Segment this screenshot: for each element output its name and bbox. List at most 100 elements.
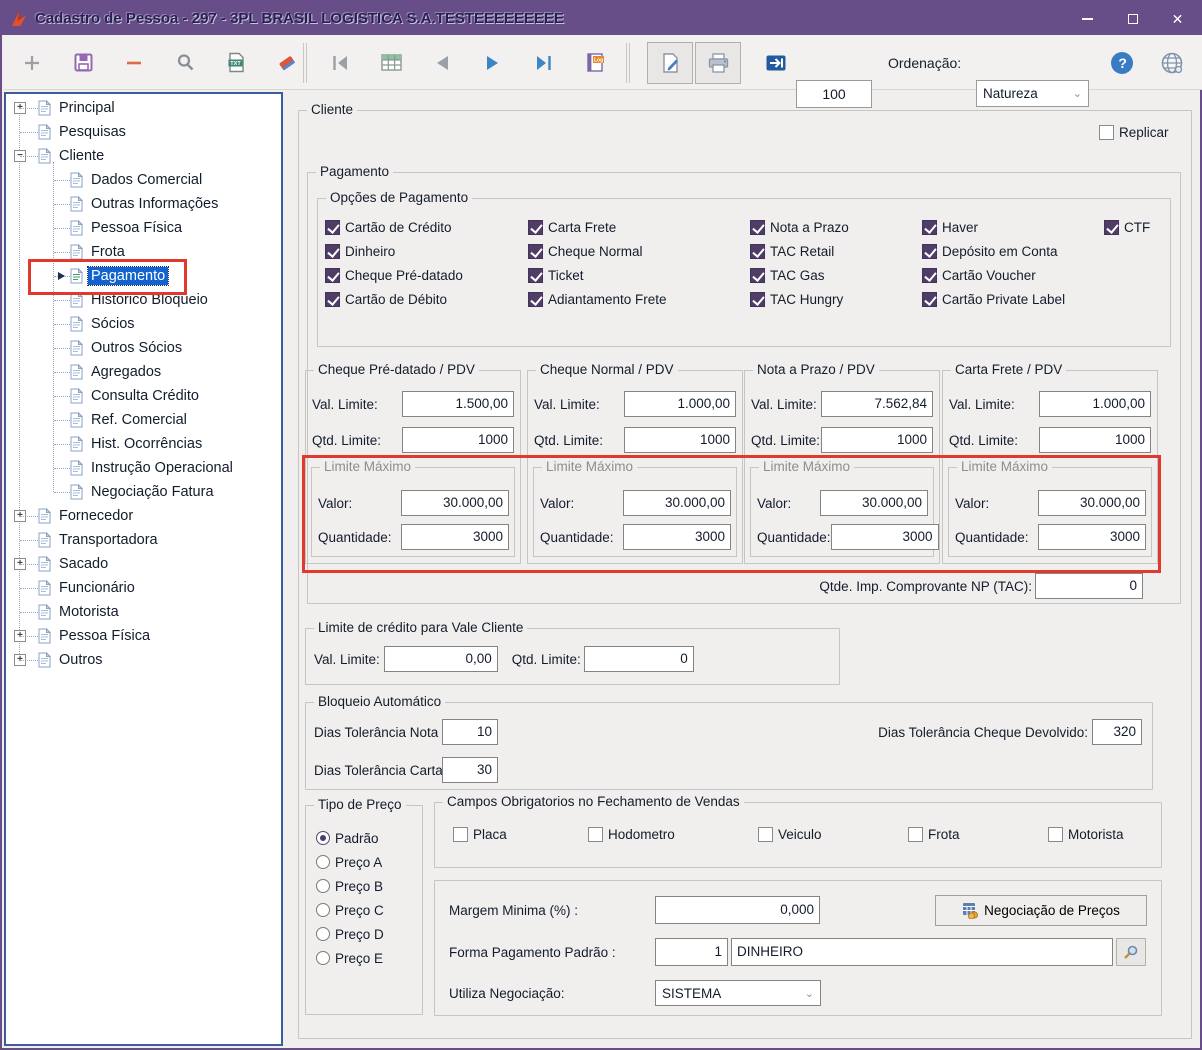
valor-field[interactable]: 30.000,00 xyxy=(1038,490,1146,516)
tree-item[interactable]: Dados Comercial xyxy=(6,168,281,192)
new-record-button[interactable] xyxy=(647,42,693,84)
tree-item[interactable]: Pagamento xyxy=(6,264,281,288)
radio-icon xyxy=(316,879,330,893)
tree-item[interactable]: + Outros xyxy=(6,648,281,672)
grid-view-icon[interactable] xyxy=(379,51,403,75)
tree-item[interactable]: Pessoa Física xyxy=(6,216,281,240)
valor-field[interactable]: 30.000,00 xyxy=(401,490,509,516)
tree-item[interactable]: Pesquisas xyxy=(6,120,281,144)
tipo-preco-radio[interactable]: Preço C xyxy=(316,898,384,922)
nav-next-icon[interactable] xyxy=(481,51,505,75)
tree-item[interactable]: Funcionário xyxy=(6,576,281,600)
search-icon[interactable] xyxy=(173,51,197,75)
payment-option-checkbox[interactable]: Carta Frete xyxy=(528,215,667,239)
tree-item[interactable]: Outros Sócios xyxy=(6,336,281,360)
tipo-preco-radio[interactable]: Preço D xyxy=(316,922,384,946)
val-limite-field[interactable]: 1.000,00 xyxy=(624,391,736,417)
help-icon[interactable]: ? xyxy=(1110,51,1134,75)
dias-nota-prazo-field[interactable]: 10 xyxy=(442,719,498,745)
val-limite-field[interactable]: 1.500,00 xyxy=(402,391,514,417)
forma-pagamento-lookup-button[interactable] xyxy=(1116,938,1146,966)
payment-option-checkbox[interactable]: TAC Gas xyxy=(750,263,849,287)
checkbox-label: TAC Hungry xyxy=(770,292,843,307)
record-count-field[interactable]: 100 xyxy=(796,80,872,108)
payment-option-checkbox[interactable]: Cheque Normal xyxy=(528,239,667,263)
campo-obrigatorio-checkbox[interactable]: Placa xyxy=(453,827,507,842)
campo-obrigatorio-checkbox[interactable]: Hodometro xyxy=(588,827,675,842)
tree-item[interactable]: Outras Informações xyxy=(6,192,281,216)
ordenacao-select[interactable]: Natureza ⌄ xyxy=(976,80,1089,107)
payment-option-checkbox[interactable]: Ticket xyxy=(528,263,667,287)
tree-item[interactable]: Sócios xyxy=(6,312,281,336)
close-icon[interactable]: ✕ xyxy=(1155,2,1200,35)
svg-text:?: ? xyxy=(1118,55,1127,71)
payment-option-checkbox[interactable]: Adiantamento Frete xyxy=(528,287,667,311)
save-icon[interactable] xyxy=(71,51,95,75)
log-icon[interactable]: Log xyxy=(583,51,607,75)
payment-option-checkbox[interactable]: Cartão de Débito xyxy=(325,287,463,311)
val-limite-field[interactable]: 7.562,84 xyxy=(821,391,933,417)
delete-record-icon[interactable] xyxy=(122,51,146,75)
qtd-limite-field[interactable]: 1000 xyxy=(1039,427,1151,453)
quantidade-field[interactable]: 3000 xyxy=(623,524,731,550)
dias-carta-frete-field[interactable]: 30 xyxy=(442,757,498,783)
nav-prev-icon[interactable] xyxy=(430,51,454,75)
qtde-imp-field[interactable]: 0 xyxy=(1035,573,1143,599)
tipo-preco-radio[interactable]: Preço E xyxy=(316,946,384,970)
payment-option-checkbox[interactable]: Haver xyxy=(922,215,1065,239)
nav-last-icon[interactable] xyxy=(532,51,556,75)
replicar-checkbox[interactable]: Replicar xyxy=(1099,125,1169,140)
globe-icon[interactable] xyxy=(1160,51,1184,75)
radio-label: Preço E xyxy=(335,951,383,966)
tree-item[interactable]: Motorista xyxy=(6,600,281,624)
payment-option-checkbox[interactable]: TAC Hungry xyxy=(750,287,849,311)
payment-option-checkbox[interactable]: TAC Retail xyxy=(750,239,849,263)
val-limite-field[interactable]: 1.000,00 xyxy=(1039,391,1151,417)
qtd-limite-field[interactable]: 1000 xyxy=(821,427,933,453)
campo-obrigatorio-checkbox[interactable]: Veiculo xyxy=(758,827,822,842)
valor-field[interactable]: 30.000,00 xyxy=(820,490,928,516)
tree-item[interactable]: Historico Bloqueio xyxy=(6,288,281,312)
quantidade-field[interactable]: 3000 xyxy=(831,524,939,550)
quantidade-field[interactable]: 3000 xyxy=(1038,524,1146,550)
payment-option-checkbox[interactable]: CTF xyxy=(1104,215,1150,239)
tipo-preco-radio[interactable]: Preço A xyxy=(316,850,384,874)
minimize-icon[interactable] xyxy=(1065,2,1110,35)
tipo-preco-radio[interactable]: Preço B xyxy=(316,874,384,898)
payment-option-checkbox[interactable]: Cartão de Crédito xyxy=(325,215,463,239)
valor-field[interactable]: 30.000,00 xyxy=(623,490,731,516)
forma-pagamento-code-field[interactable]: 1 xyxy=(655,938,728,966)
export-icon[interactable] xyxy=(764,51,788,75)
tree-item[interactable]: + Principal xyxy=(6,96,281,120)
campo-obrigatorio-checkbox[interactable]: Motorista xyxy=(1048,827,1124,842)
campo-obrigatorio-checkbox[interactable]: Frota xyxy=(908,827,960,842)
negociacao-precos-button[interactable]: Negociação de Preços xyxy=(935,895,1147,926)
payment-option-checkbox[interactable]: Cartão Private Label xyxy=(922,287,1065,311)
vale-qtd-limite-field[interactable]: 0 xyxy=(584,646,694,672)
tipo-preco-radio[interactable]: Padrão xyxy=(316,826,384,850)
quantidade-field[interactable]: 3000 xyxy=(401,524,509,550)
export-txt-icon[interactable]: TXT xyxy=(224,51,248,75)
margem-field[interactable]: 0,000 xyxy=(655,896,820,924)
window-title: Cadastro de Pessoa - 297 - 3PL BRASIL LO… xyxy=(35,10,564,27)
forma-pagamento-desc-field[interactable]: DINHEIRO xyxy=(731,938,1113,966)
print-button[interactable] xyxy=(695,42,741,84)
vale-val-limite-field[interactable]: 0,00 xyxy=(384,646,498,672)
dias-cheque-devolvido-field[interactable]: 320 xyxy=(1092,719,1142,745)
payment-option-checkbox[interactable]: Cartão Voucher xyxy=(922,263,1065,287)
tree-item[interactable]: − Cliente xyxy=(6,144,281,168)
qtd-limite-field[interactable]: 1000 xyxy=(402,427,514,453)
erase-icon[interactable] xyxy=(275,51,299,75)
payment-option-checkbox[interactable]: Depósito em Conta xyxy=(922,239,1065,263)
utiliza-negociacao-select[interactable]: SISTEMA ⌄ xyxy=(655,980,821,1006)
nav-first-icon[interactable] xyxy=(328,51,352,75)
payment-option-checkbox[interactable]: Nota a Prazo xyxy=(750,215,849,239)
tree-item[interactable]: Frota xyxy=(6,240,281,264)
maximize-icon[interactable] xyxy=(1110,2,1155,35)
tree-item[interactable]: + Pessoa Física xyxy=(6,624,281,648)
payment-option-checkbox[interactable]: Cheque Pré-datado xyxy=(325,263,463,287)
add-record-icon[interactable] xyxy=(20,51,44,75)
opcoes-column: HaverDepósito em ContaCartão VoucherCart… xyxy=(922,215,1065,311)
payment-option-checkbox[interactable]: Dinheiro xyxy=(325,239,463,263)
qtd-limite-field[interactable]: 1000 xyxy=(624,427,736,453)
